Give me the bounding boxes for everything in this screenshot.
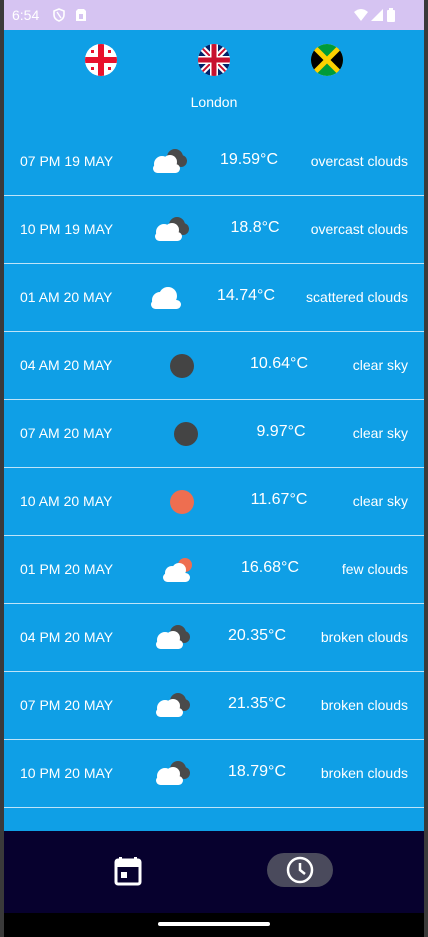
forecast-time: 07 PM 19 MAY <box>20 153 114 169</box>
forecast-desc: clear sky <box>352 425 408 441</box>
country-flags <box>4 44 424 76</box>
forecast-time: 10 PM 20 MAY <box>20 765 114 781</box>
scattered-clouds-icon <box>151 287 181 309</box>
forecast-time: 10 PM 19 MAY <box>20 221 114 237</box>
phone-screen: 6:54 London 07 PM 19 MAY 19.59°C overcas… <box>4 0 424 937</box>
forecast-temp: 18.79°C <box>228 763 286 780</box>
overcast-clouds-icon <box>155 217 189 241</box>
forecast-row[interactable]: 07 AM 20 MAY 9.97°C clear sky <box>4 400 424 468</box>
forecast-row[interactable]: 07 PM 19 MAY 19.59°C overcast clouds <box>4 128 424 196</box>
sim-card-icon <box>76 9 86 21</box>
broken-clouds-icon <box>156 761 190 785</box>
moon-icon <box>170 354 194 378</box>
forecast-row[interactable]: 07 PM 20 MAY 21.35°C broken clouds <box>4 672 424 740</box>
forecast-temp: 16.68°C <box>241 559 299 576</box>
forecast-desc: broken clouds <box>320 629 408 645</box>
forecast-temp: 19.59°C <box>220 151 278 168</box>
city-name: London <box>190 94 238 110</box>
forecast-time: 10 AM 20 MAY <box>20 493 113 509</box>
clock-icon <box>286 856 314 884</box>
forecast-temp: 9.97°C <box>256 423 306 440</box>
battery-icon <box>387 8 395 22</box>
forecast-desc: overcast clouds <box>310 221 408 237</box>
forecast-time: 01 PM 20 MAY <box>20 561 114 577</box>
calendar-icon[interactable] <box>114 855 142 887</box>
forecast-desc: broken clouds <box>320 765 408 781</box>
gesture-handle[interactable] <box>158 922 270 926</box>
forecast-time: 01 AM 20 MAY <box>20 289 113 305</box>
broken-clouds-icon <box>156 693 190 717</box>
forecast-time: 04 AM 20 MAY <box>20 357 113 373</box>
forecast-desc: scattered clouds <box>306 289 408 305</box>
few-clouds-icon <box>163 558 192 582</box>
status-bar: 6:54 <box>4 0 424 30</box>
forecast-desc: few clouds <box>341 561 408 577</box>
uk-flag-icon[interactable] <box>198 44 230 76</box>
wifi-icon <box>354 9 368 21</box>
georgia-flag-icon[interactable] <box>85 44 117 76</box>
forecast-row[interactable]: 10 AM 20 MAY 11.67°C clear sky <box>4 468 424 536</box>
forecast-desc: clear sky <box>352 357 408 373</box>
forecast-desc: overcast clouds <box>310 153 408 169</box>
gesture-area <box>4 913 424 937</box>
broken-clouds-icon <box>156 625 190 649</box>
jamaica-flag-icon[interactable] <box>311 44 343 76</box>
forecast-row[interactable]: 01 PM 20 MAY 16.68°C few clouds <box>4 536 424 604</box>
forecast-time: 07 PM 20 MAY <box>20 697 114 713</box>
status-time: 6:54 <box>12 7 40 23</box>
bottom-navigation <box>4 831 424 913</box>
forecast-time: 07 AM 20 MAY <box>20 425 113 441</box>
forecast-temp: 18.8°C <box>230 219 280 236</box>
forecast-list[interactable]: 07 PM 19 MAY 19.59°C overcast clouds 10 … <box>4 128 424 808</box>
forecast-temp: 11.67°C <box>250 491 308 508</box>
forecast-row[interactable]: 04 PM 20 MAY 20.35°C broken clouds <box>4 604 424 672</box>
forecast-desc: broken clouds <box>320 697 408 713</box>
clock-nav-button[interactable] <box>267 853 333 887</box>
moon-icon <box>174 422 198 446</box>
forecast-row[interactable]: 10 PM 20 MAY 18.79°C broken clouds <box>4 740 424 808</box>
sun-icon <box>170 490 194 514</box>
forecast-temp: 14.74°C <box>217 287 275 304</box>
forecast-row[interactable]: 01 AM 20 MAY 14.74°C scattered clouds <box>4 264 424 332</box>
forecast-temp: 20.35°C <box>228 627 286 644</box>
forecast-time: 04 PM 20 MAY <box>20 629 114 645</box>
overcast-clouds-icon <box>153 149 187 173</box>
signal-icon <box>371 9 383 21</box>
forecast-row[interactable]: 10 PM 19 MAY 18.8°C overcast clouds <box>4 196 424 264</box>
forecast-temp: 21.35°C <box>228 695 286 712</box>
forecast-row[interactable]: 04 AM 20 MAY 10.64°C clear sky <box>4 332 424 400</box>
shield-icon <box>53 8 65 22</box>
forecast-desc: clear sky <box>352 493 408 509</box>
forecast-temp: 10.64°C <box>250 355 308 372</box>
